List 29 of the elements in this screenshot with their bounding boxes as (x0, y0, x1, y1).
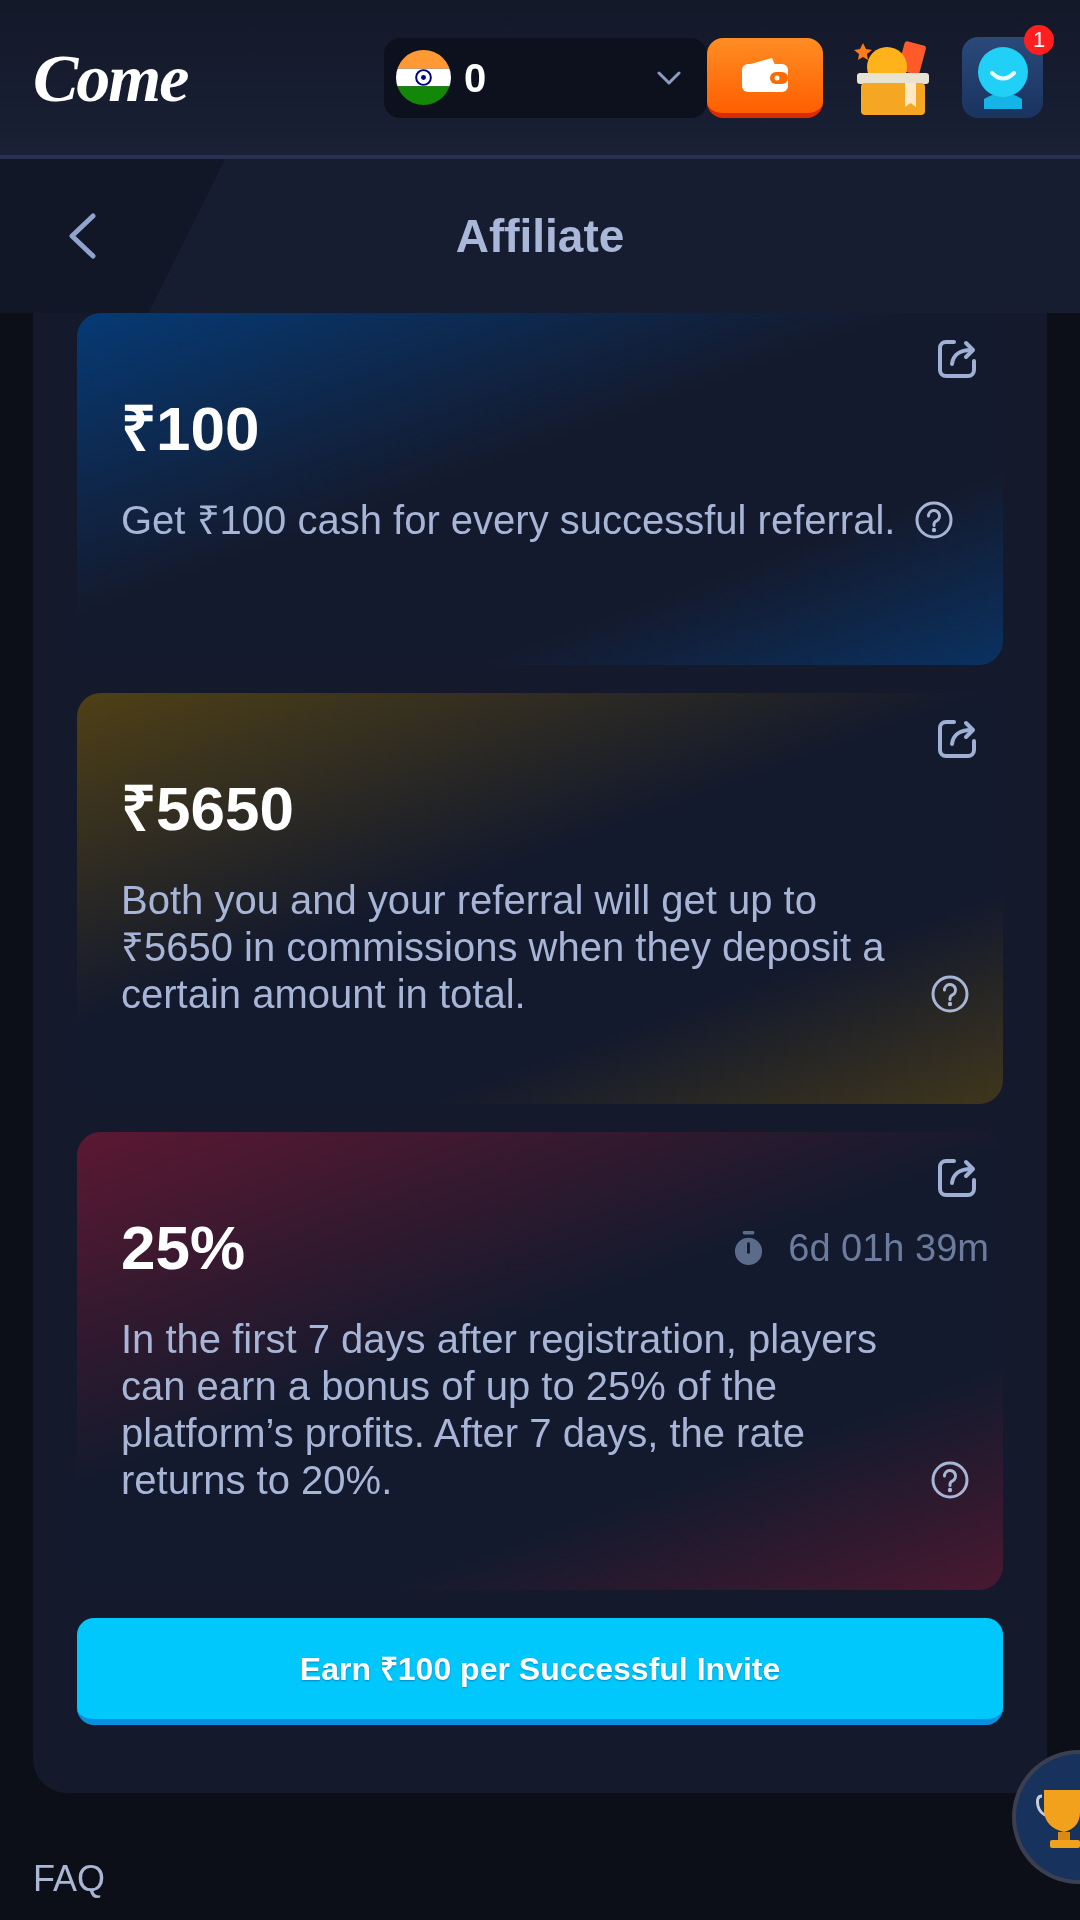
india-flag-icon (396, 50, 451, 105)
chevron-down-icon (657, 70, 681, 85)
chevron-left-icon (67, 213, 97, 259)
help-icon[interactable] (931, 975, 969, 1013)
balance-selector[interactable]: 0 (384, 37, 707, 118)
reward-amount: 25% (121, 1217, 246, 1279)
share-icon (937, 719, 977, 759)
card-description: Both you and your referral will get up to ₹5650 in commissions when they deposit a certain amount in total. (121, 877, 886, 1018)
card-description: In the first 7 days after registration, players can earn a bonus of up to 25% of the platform’s profits. After 7 days, the rate returns to 20%. (121, 1316, 878, 1504)
share-button[interactable] (937, 1158, 977, 1198)
notification-badge: 1 (1024, 25, 1054, 55)
smiley-avatar-icon (975, 46, 1030, 109)
help-icon[interactable] (931, 1461, 969, 1499)
countdown-timer: 6d 01h 39m (788, 1226, 989, 1271)
faq-heading: FAQ (33, 1858, 106, 1899)
wallet-icon (742, 58, 788, 92)
stopwatch-icon (733, 1230, 765, 1266)
balance-amount: 0 (464, 54, 487, 102)
share-button[interactable] (937, 719, 977, 759)
brand-logo[interactable]: Come (33, 37, 188, 118)
wallet-button[interactable] (707, 37, 823, 118)
share-icon (937, 1158, 977, 1198)
card-description: Get ₹100 cash for every successful referral. (121, 497, 896, 544)
share-button[interactable] (937, 339, 977, 379)
reward-amount: ₹100 (121, 398, 260, 460)
share-icon (937, 339, 977, 379)
reward-amount: ₹5650 (121, 778, 294, 840)
help-icon[interactable] (915, 501, 954, 539)
page-title: Affiliate (455, 209, 625, 264)
